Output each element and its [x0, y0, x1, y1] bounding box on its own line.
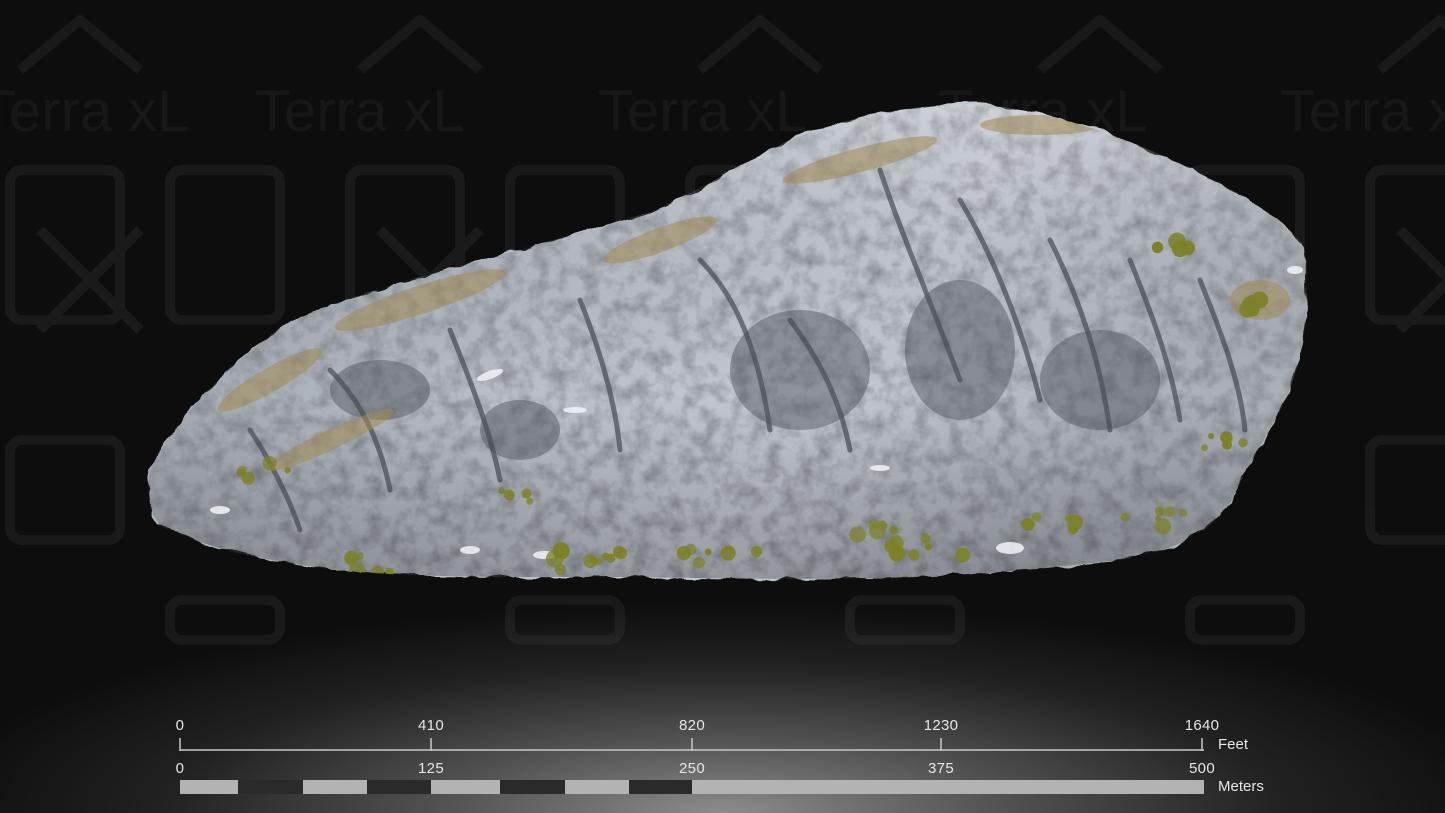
watermark-text: Terra xL — [1280, 78, 1445, 145]
meters-scale-segment — [367, 780, 431, 794]
feet-tick-label: 1640 — [1184, 717, 1220, 734]
meters-tick-label: 125 — [418, 760, 444, 777]
meters-scale-segment — [180, 780, 238, 794]
meters-tick-label: 0 — [175, 760, 185, 777]
feet-tick-label: 0 — [175, 717, 185, 734]
watermark-text: Terra xL — [0, 78, 190, 145]
meters-tick-label: 250 — [679, 760, 705, 777]
meters-unit-label: Meters — [1218, 778, 1264, 795]
meters-scale-segment — [303, 780, 367, 794]
watermark-text: Terra xL — [255, 78, 465, 145]
meters-tick-label: 500 — [1189, 760, 1215, 777]
meters-scale-segment — [692, 780, 1204, 794]
feet-tick-label: 410 — [418, 717, 444, 734]
meters-tick-label: 375 — [928, 760, 954, 777]
watermark-text: Terra xL — [598, 78, 808, 145]
meters-scale-segment — [500, 780, 565, 794]
meters-scale-segment — [238, 780, 303, 794]
meters-scale-segment — [431, 780, 500, 794]
feet-unit-label: Feet — [1218, 736, 1249, 753]
watermark-text: Terra xL — [938, 78, 1148, 145]
meters-scale-segment — [629, 780, 692, 794]
meters-scale — [180, 780, 1204, 794]
feet-tick-label: 820 — [679, 717, 705, 734]
feet-tick-label: 1230 — [923, 717, 959, 734]
meters-scale-segment — [565, 780, 629, 794]
